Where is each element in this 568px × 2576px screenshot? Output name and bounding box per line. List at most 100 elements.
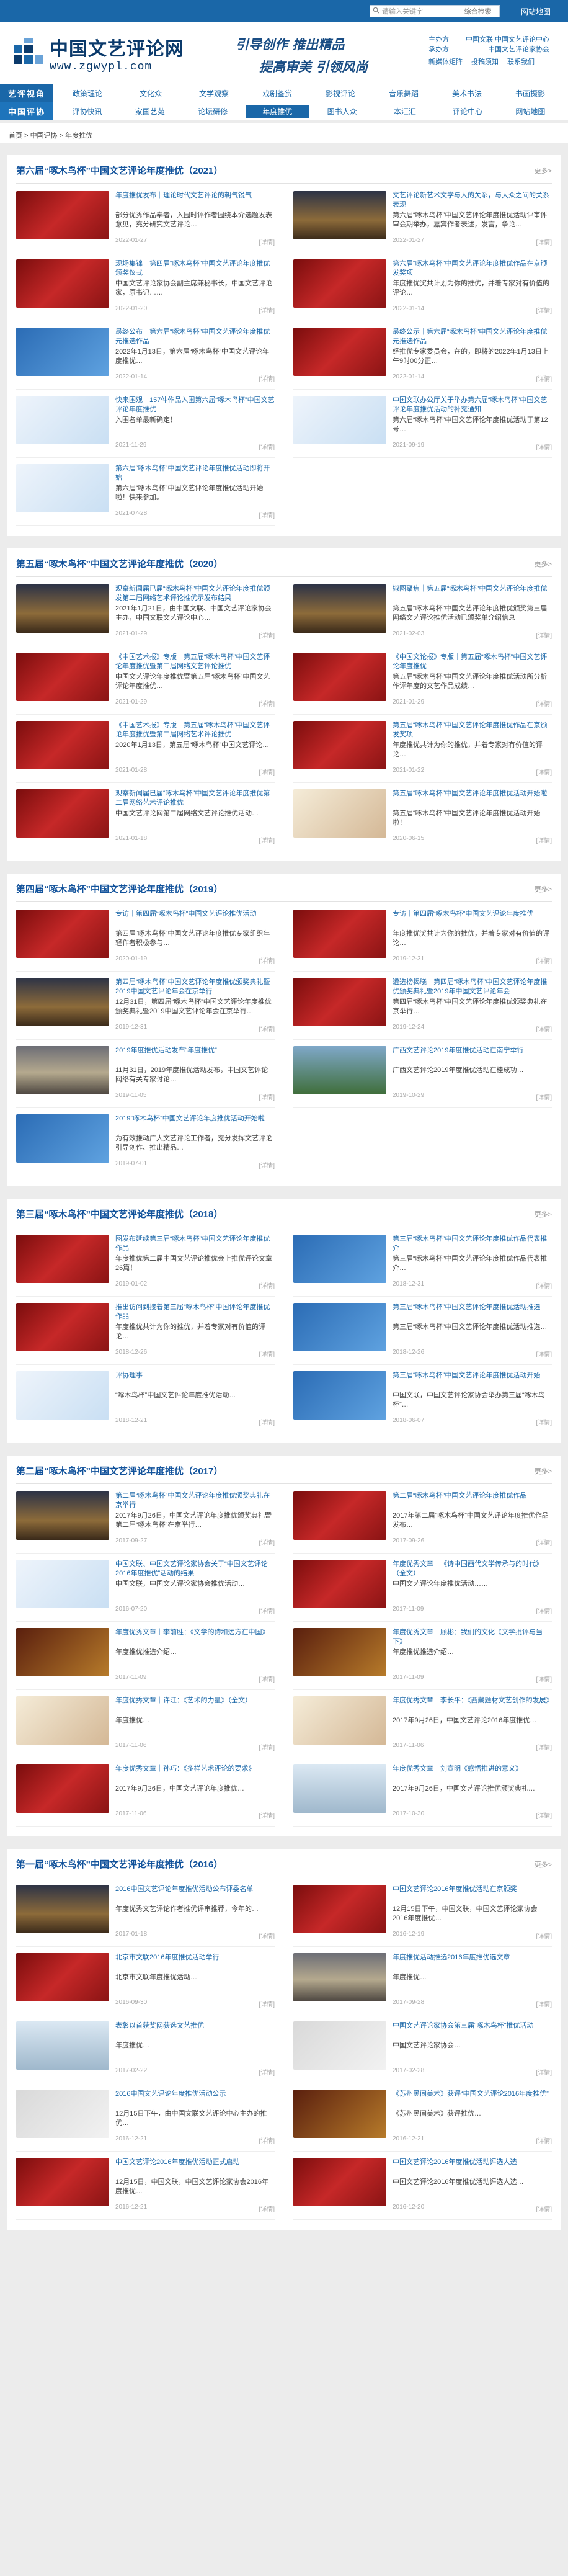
article-item[interactable]: 第五届“啄木鸟杯”中国文艺评论年度推优作品在京颁发奖项 年度推优共计为你的推优，并…: [293, 721, 552, 783]
nav-item[interactable]: 影视评论: [309, 88, 372, 99]
article-title[interactable]: 专访｜第四届“啄木鸟杯”中国文艺评论推优活动: [115, 910, 275, 928]
article-thumbnail[interactable]: [293, 2090, 386, 2138]
article-title[interactable]: 中国文艺评论2016年度推优活动正式启动: [115, 2158, 275, 2176]
article-thumbnail[interactable]: [16, 910, 109, 958]
article-title[interactable]: 第五届“啄木鸟杯”中国文艺评论年度推优作品在京颁发奖项: [393, 721, 552, 740]
article-thumbnail[interactable]: [293, 721, 386, 769]
article-item[interactable]: 年度推优发布｜理论时代文艺评论的朝气锐气 部分优秀作品奉者，入围时评作者围绕本介选…: [16, 191, 275, 253]
nav-item[interactable]: 网站地图: [499, 106, 562, 117]
article-detail-link[interactable]: [详情]: [259, 1674, 275, 1683]
article-thumbnail[interactable]: [293, 1046, 386, 1094]
article-title[interactable]: 年度推优发布｜理论时代文艺评论的朝气锐气: [115, 191, 275, 210]
article-detail-link[interactable]: [详情]: [259, 1092, 275, 1101]
article-thumbnail[interactable]: [16, 259, 109, 308]
article-thumbnail[interactable]: [16, 1560, 109, 1608]
article-title[interactable]: 年度推优活动推选2016年度推优选文章: [393, 1953, 552, 1972]
article-item[interactable]: 2016中国文艺评论年度推优活动公布评委名单 年度优秀文艺评论作者推优评审推荐，今…: [16, 1885, 275, 1947]
article-thumbnail[interactable]: [293, 1696, 386, 1745]
article-item[interactable]: 2016中国文艺评论年度推优活动公示 12月15日下午，由中国文联文艺评论中心主办…: [16, 2090, 275, 2152]
article-thumbnail[interactable]: [293, 910, 386, 958]
more-link[interactable]: 更多>: [535, 1859, 552, 1869]
article-title[interactable]: 观察新闻届已届“啄木鸟杯”中国文艺评论年度推优颁发第二届网络艺术评论推优示发布结…: [115, 584, 275, 603]
article-thumbnail[interactable]: [16, 1628, 109, 1676]
article-thumbnail[interactable]: [16, 1953, 109, 2001]
article-thumbnail[interactable]: [293, 1235, 386, 1283]
article-title[interactable]: 年度优秀文章｜顾彬：我们的文化《文学批评与当下》: [393, 1628, 552, 1647]
article-thumbnail[interactable]: [293, 2158, 386, 2206]
article-detail-link[interactable]: [详情]: [536, 1742, 552, 1751]
article-thumbnail[interactable]: [16, 191, 109, 239]
article-item[interactable]: 年度优秀文章｜刘宣明《感悟推进的意义》 2017年9月26日，中国文艺评论推优颁奖…: [293, 1764, 552, 1827]
article-title[interactable]: 快来围观｜157件作品入围第六届“啄木鸟杯”中国文艺评论年度推优: [115, 396, 275, 414]
article-detail-link[interactable]: [详情]: [259, 1417, 275, 1426]
article-title[interactable]: 专访｜第四届“啄木鸟杯”中国文艺评论年度推优: [393, 910, 552, 928]
article-title[interactable]: 第五届“啄木鸟杯”中国文艺评论年度推优活动开始啦: [393, 789, 552, 808]
article-item[interactable]: 现场集锦｜第四届“啄木鸟杯”中国文艺评论年度推优颁奖仪式 中国文艺评论家协会副主席…: [16, 259, 275, 321]
article-title[interactable]: 中国文艺评论2016年度推优活动评选人选: [393, 2158, 552, 2176]
article-item[interactable]: 第四届“啄木鸟杯”中国文艺评论年度推优颁奖典礼暨2019中国文艺评论年会在京举行…: [16, 978, 275, 1040]
article-thumbnail[interactable]: [293, 1303, 386, 1351]
article-thumbnail[interactable]: [293, 1953, 386, 2001]
article-detail-link[interactable]: [详情]: [536, 1674, 552, 1683]
article-detail-link[interactable]: [详情]: [536, 2204, 552, 2213]
article-thumbnail[interactable]: [16, 1696, 109, 1745]
article-detail-link[interactable]: [详情]: [259, 373, 275, 383]
article-detail-link[interactable]: [详情]: [259, 510, 275, 519]
article-thumbnail[interactable]: [293, 789, 386, 838]
article-item[interactable]: 《苏州民间美术》获评“中国文艺评论2016年度推优” 《苏州民间美术》获评推优… 2…: [293, 2090, 552, 2152]
breadcrumb-level-1[interactable]: 中国评协: [30, 132, 58, 140]
article-thumbnail[interactable]: [16, 584, 109, 633]
article-item[interactable]: 第五届“啄木鸟杯”中国文艺评论年度推优活动开始啦 第五届“啄木鸟杯”中国文艺评论年…: [293, 789, 552, 851]
article-detail-link[interactable]: [详情]: [536, 1349, 552, 1358]
more-link[interactable]: 更多>: [535, 1209, 552, 1219]
article-thumbnail[interactable]: [16, 464, 109, 512]
article-thumbnail[interactable]: [16, 1303, 109, 1351]
new-media-link[interactable]: 新媒体矩阵: [428, 57, 463, 67]
article-thumbnail[interactable]: [16, 1114, 109, 1163]
article-item[interactable]: 《中国艺术报》专版｜第五届“啄木鸟杯”中国文艺评论年度推优暨第二届网络文艺评论推…: [16, 653, 275, 715]
nav-item[interactable]: 本汇汇: [373, 106, 436, 117]
site-logo[interactable]: 中国文艺评论网 www.zgwypl.com: [12, 34, 184, 73]
breadcrumb-home[interactable]: 首页: [9, 132, 22, 140]
article-item[interactable]: 观察新闻届已届“啄木鸟杯”中国文艺评论年度推优颁发第二届网络艺术评论推优示发布结…: [16, 584, 275, 646]
article-item[interactable]: 观察新闻届已届“啄木鸟杯”中国文艺评论年度推优第二届网络艺术评论推优 中国文艺评论…: [16, 789, 275, 851]
article-item[interactable]: 年度推优活动推选2016年度推优选文章 年度推优… 2017-09-28 [详情]: [293, 1953, 552, 2015]
article-thumbnail[interactable]: [293, 1628, 386, 1676]
article-title[interactable]: 年度优秀文章｜《诗中国画代文学传承与的时代》（全文）: [393, 1560, 552, 1578]
search-scope-select[interactable]: 综合检索: [456, 6, 499, 17]
article-item[interactable]: 第六届“啄木鸟杯”中国文艺评论年度推优活动即将开始 第六届“啄木鸟杯”中国文艺评论…: [16, 464, 275, 526]
article-item[interactable]: 中国文联办公厅关于举办第六届“啄木鸟杯”中国文艺评论年度推优活动的补充通知 第六届…: [293, 396, 552, 458]
article-title[interactable]: 年度优秀文章｜李前胜：《文学的诗和远方在中国》: [115, 1628, 275, 1647]
nav-item[interactable]: 政策理论: [56, 88, 119, 99]
article-title[interactable]: 第六届“啄木鸟杯”中国文艺评论年度推优活动即将开始: [115, 464, 275, 483]
article-thumbnail[interactable]: [293, 191, 386, 239]
article-title[interactable]: 遴选榜揭晓｜第四届“啄木鸟杯”中国文艺评论年度推优颁奖典礼暨2019年中国文艺评…: [393, 978, 552, 996]
article-thumbnail[interactable]: [16, 1235, 109, 1283]
article-item[interactable]: 年度优秀文章｜李长平：《西藏题材文艺创作的发展》 2017年9月26日，中国文艺评…: [293, 1696, 552, 1758]
article-thumbnail[interactable]: [293, 978, 386, 1026]
article-item[interactable]: 北京市文联2016年度推优活动举行 北京市文联年度推优活动… 2016-09-30 […: [16, 1953, 275, 2015]
article-item[interactable]: 中国文联、中国文艺评论家协会关于“中国文艺评论2016年度推优”活动的结果 中国文…: [16, 1560, 275, 1622]
article-item[interactable]: 中国文艺评论2016年度推优活动正式启动 12月15日，中国文联，中国文艺评论家协…: [16, 2158, 275, 2220]
nav-item[interactable]: 图书人众: [311, 106, 373, 117]
article-thumbnail[interactable]: [16, 721, 109, 769]
article-thumbnail[interactable]: [16, 653, 109, 701]
search-input[interactable]: 请输入关键字: [382, 6, 456, 16]
nav-item[interactable]: 美术书法: [435, 88, 499, 99]
article-detail-link[interactable]: [详情]: [536, 699, 552, 708]
article-thumbnail[interactable]: [16, 2021, 109, 2070]
article-detail-link[interactable]: [详情]: [259, 442, 275, 451]
article-item[interactable]: 评协理事 “啄木鸟杯”中国文艺评论年度推优活动… 2018-12-21 [详情]: [16, 1371, 275, 1433]
article-thumbnail[interactable]: [293, 1885, 386, 1933]
article-item[interactable]: 最终公示｜第六届“啄木鸟杯”中国文艺评论年度推优元推选作品 经推优专家委员会，在的…: [293, 328, 552, 390]
article-title[interactable]: 第二届“啄木鸟杯”中国文艺评论年度推优颁奖典礼在京举行: [115, 1491, 275, 1510]
article-item[interactable]: 快来围观｜157件作品入围第六届“啄木鸟杯”中国文艺评论年度推优 入围名单最新确定…: [16, 396, 275, 458]
article-thumbnail[interactable]: [16, 396, 109, 444]
article-detail-link[interactable]: [详情]: [259, 1742, 275, 1751]
article-thumbnail[interactable]: [16, 789, 109, 838]
article-title[interactable]: 推出访问到接着第三届“啄木鸟杯”中国评论年度推优作品: [115, 1303, 275, 1322]
article-title[interactable]: 第六届“啄木鸟杯”中国文艺评论年度推优作品在京颁发奖项: [393, 259, 552, 278]
article-detail-link[interactable]: [详情]: [536, 1092, 552, 1101]
article-detail-link[interactable]: [详情]: [259, 1810, 275, 1820]
article-item[interactable]: 年度优秀文章｜李前胜：《文学的诗和远方在中国》 年度推优推选介绍… 2017-11-…: [16, 1628, 275, 1690]
